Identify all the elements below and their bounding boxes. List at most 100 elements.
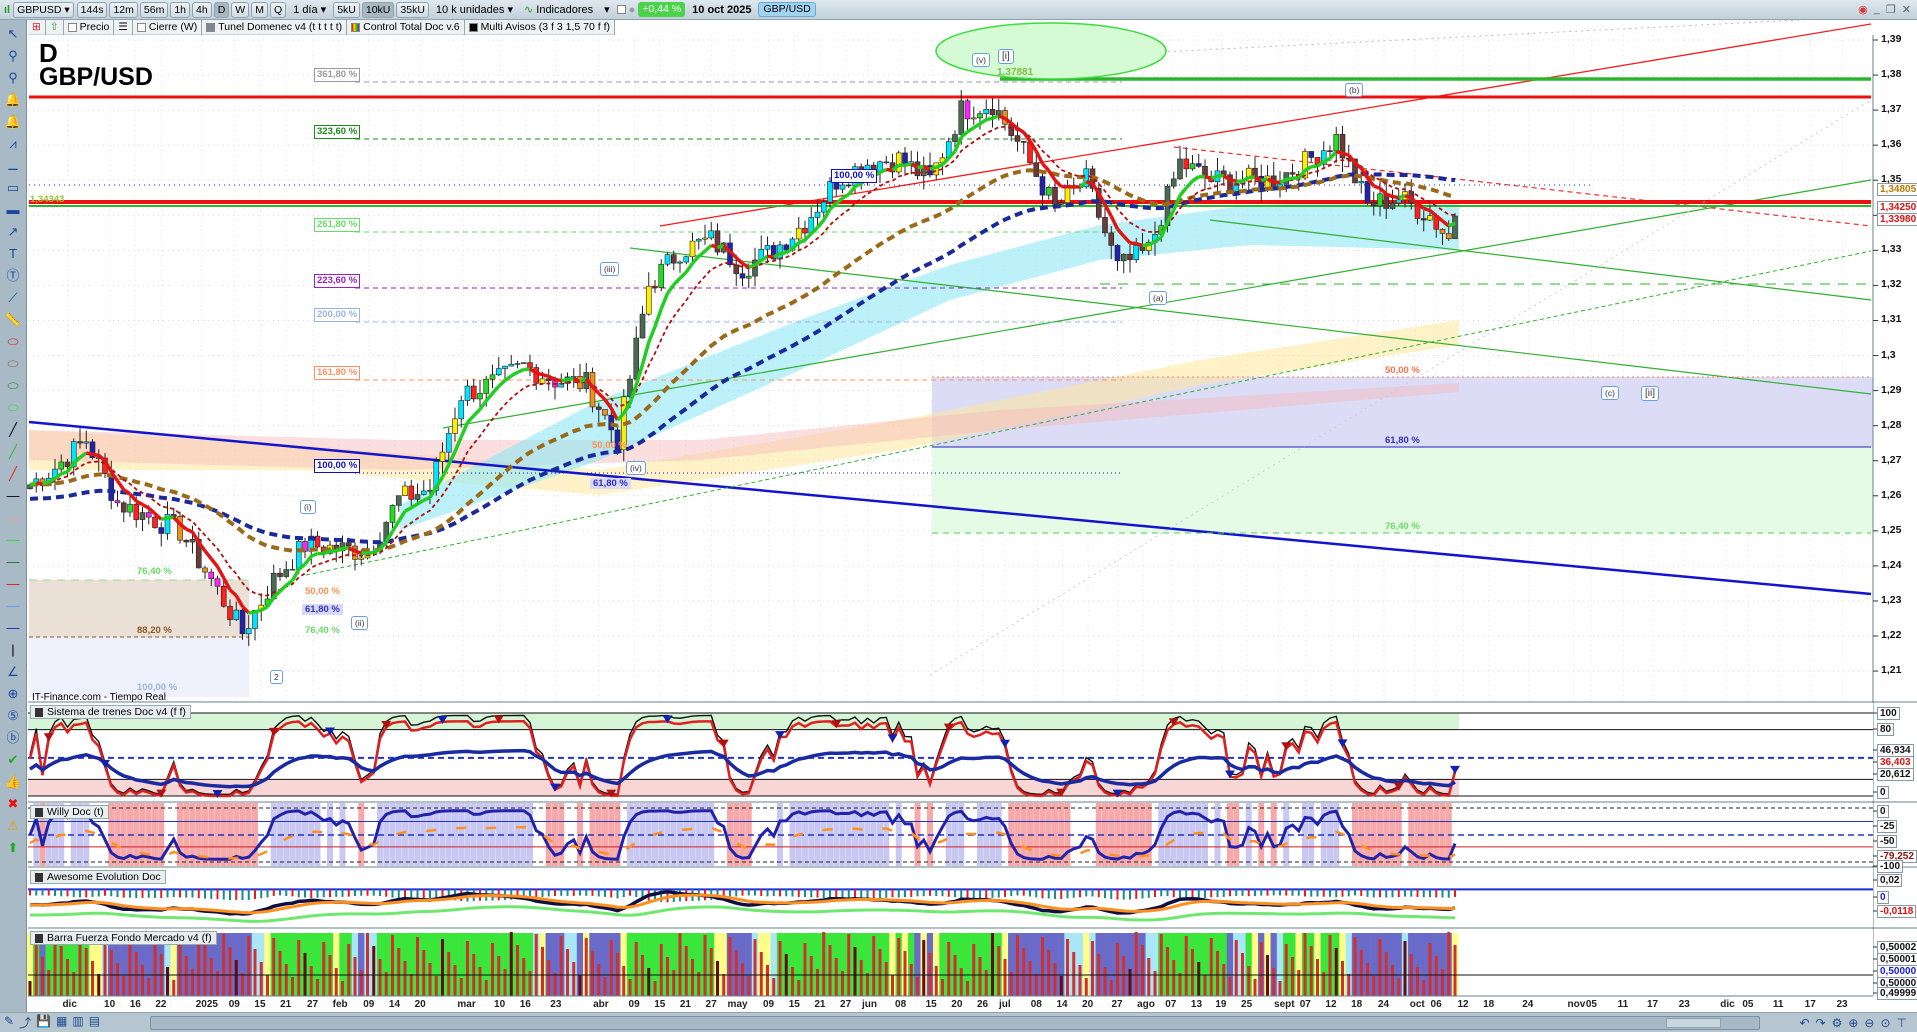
candle-body — [677, 261, 683, 264]
time-tick-label: 17 — [1646, 999, 1659, 1010]
hline-blue-icon[interactable]: — — [2, 596, 24, 615]
save-icon[interactable]: 💾 — [36, 1014, 51, 1031]
legend-item-control-total[interactable]: Control Total Doc v.6 — [347, 19, 465, 35]
rectangle-icon[interactable]: ▭ — [2, 178, 24, 197]
barra-bar — [534, 934, 538, 996]
minimize-icon[interactable]: _ — [1874, 3, 1880, 16]
indicators-button[interactable]: ∿ Indicadores — [520, 3, 597, 16]
candle-body — [658, 263, 665, 288]
scrollbar-thumb[interactable] — [1666, 1018, 1721, 1028]
timeframe-56m[interactable]: 56m — [139, 1, 169, 18]
cross-icon[interactable]: ✖ — [2, 794, 24, 813]
thumbs-up-icon[interactable]: 👍 — [2, 772, 24, 791]
arrow-up-icon[interactable]: ⬆ — [2, 838, 24, 857]
zoom-out-icon[interactable]: ⊖ — [1864, 1016, 1874, 1030]
timeframe-4h[interactable]: 4h — [192, 1, 212, 18]
arrow-icon[interactable]: ↗ — [2, 222, 24, 241]
undo-icon[interactable]: ↶ — [1799, 1016, 1809, 1030]
panel-title-text: Awesome Evolution Doc — [47, 870, 161, 883]
barra-bar — [647, 968, 651, 996]
chart-canvas[interactable] — [0, 0, 1917, 1032]
zoom-area-icon[interactable]: ⚲ — [2, 68, 24, 87]
checkbox[interactable] — [67, 22, 77, 32]
timeframe-1h[interactable]: 1h — [170, 1, 191, 18]
line-red-icon[interactable]: ╱ — [2, 464, 24, 483]
line-green-icon[interactable]: ╱ — [2, 442, 24, 461]
ellipse-red-icon[interactable]: ⬭ — [2, 332, 24, 351]
units-select[interactable]: 10 k unidades ▾ — [432, 3, 517, 16]
calendar-icon[interactable]: ▦ — [56, 1014, 67, 1031]
ma-fast-segment — [254, 608, 262, 614]
warning-icon[interactable]: ⚠ — [2, 816, 24, 835]
ellipse-brown-icon[interactable]: ⬭ — [2, 354, 24, 373]
hline-red-icon[interactable]: — — [2, 574, 24, 593]
redo-icon[interactable]: ↷ — [1816, 1016, 1826, 1030]
barra-bar — [1234, 940, 1238, 996]
timeframe-144s[interactable]: 144s — [76, 1, 108, 18]
measure-icon[interactable]: ⊤ — [1897, 1016, 1907, 1030]
candle-body — [458, 400, 465, 420]
legend-item-close[interactable]: Cierre (W) — [133, 19, 203, 35]
legend-item-tunel[interactable]: Tunel Domenec v4 (t t t t t) — [202, 19, 348, 35]
check-icon[interactable]: ✔ — [2, 750, 24, 769]
alert-bell-icon[interactable]: 🔔 — [2, 112, 24, 131]
fib-line-icon[interactable]: ⚊ — [2, 156, 24, 175]
timeframe-Q[interactable]: Q — [269, 1, 287, 18]
timeframe-W[interactable]: W — [231, 1, 250, 18]
share-icon[interactable]: ⤴ — [19, 1014, 31, 1031]
timeframe-M[interactable]: M — [251, 1, 268, 18]
timeframe-12m[interactable]: 12m — [109, 1, 138, 18]
timeframe-D[interactable]: D — [213, 1, 230, 18]
zoom-icon[interactable]: ⚲ — [2, 46, 24, 65]
horizontal-scrollbar[interactable] — [150, 1016, 1760, 1030]
hline-darkgreen-icon[interactable]: — — [2, 552, 24, 571]
indicators-dropdown[interactable]: ▾ — [600, 3, 614, 16]
alert-cursor-icon[interactable]: 🔔 — [2, 90, 24, 109]
symbol-select[interactable]: GBPUSD ▾ — [13, 1, 74, 18]
segment-icon[interactable]: ⟋ — [2, 288, 24, 307]
candle-body — [1033, 162, 1040, 177]
barra-bar — [672, 970, 676, 996]
add-indicator-icon[interactable]: ⊞ — [28, 19, 46, 35]
elliott-numbers-icon[interactable]: ⑤ — [2, 706, 24, 725]
unit-5kU[interactable]: 5kU — [333, 1, 360, 18]
settings-icon[interactable]: ⚙ — [1832, 1016, 1843, 1030]
period-select[interactable]: 1 día ▾ — [289, 3, 330, 16]
hline-navy-icon[interactable]: — — [2, 618, 24, 637]
legend-item-multi-avisos[interactable]: Multi Avisos (3 f 3 1,5 70 f f) — [465, 19, 616, 35]
list-icon[interactable]: ☰ — [114, 19, 133, 35]
unit-35kU[interactable]: 35kU — [396, 1, 429, 18]
bars-icon[interactable]: ▥ — [72, 1014, 83, 1031]
line-black-icon[interactable]: ╱ — [2, 420, 24, 439]
candle-body — [189, 538, 196, 543]
close-icon[interactable]: ✕ — [1902, 3, 1911, 16]
restore-icon[interactable]: ❐ — [1886, 3, 1896, 16]
callout-icon[interactable]: Ⓣ — [2, 266, 24, 285]
hline-salmon-icon[interactable]: — — [2, 508, 24, 527]
template-icon[interactable]: ▤ — [89, 1014, 100, 1031]
pencil-icon[interactable]: ✎ — [4, 1014, 14, 1031]
elliott-letters-icon[interactable]: ⓑ — [2, 728, 24, 747]
hline-black-icon[interactable]: — — [2, 486, 24, 505]
pointer-icon[interactable]: ↖ — [2, 24, 24, 43]
zoom-in-icon[interactable]: ⊕ — [1848, 1016, 1858, 1030]
legend-item-price[interactable]: Precio — [64, 19, 115, 35]
ellipse-lightgreen-icon[interactable]: ⬭ — [2, 398, 24, 417]
fibonacci-icon[interactable]: ⩘ — [2, 134, 24, 153]
export-icon[interactable]: ⇧ — [46, 19, 64, 35]
filled-rectangle-icon[interactable]: ▬ — [2, 200, 24, 219]
checkbox[interactable] — [136, 22, 146, 32]
info-icon[interactable] — [616, 5, 626, 14]
ellipse-green-icon[interactable]: ⬭ — [2, 376, 24, 395]
elliott-wave-label: (a) — [1149, 291, 1168, 305]
candle-body — [489, 374, 496, 380]
zoom-fit-icon[interactable]: ⊙ — [1880, 1016, 1890, 1030]
vline-icon[interactable]: | — [2, 640, 24, 659]
ruler-icon[interactable]: 📏 — [2, 310, 24, 329]
text-icon[interactable]: T — [2, 244, 24, 263]
unit-10kU[interactable]: 10kU — [361, 1, 395, 18]
target-icon[interactable]: ⊕ — [2, 684, 24, 703]
barra-bar — [884, 962, 888, 996]
hline-green-icon[interactable]: — — [2, 530, 24, 549]
angle-icon[interactable]: ∠ — [2, 662, 24, 681]
